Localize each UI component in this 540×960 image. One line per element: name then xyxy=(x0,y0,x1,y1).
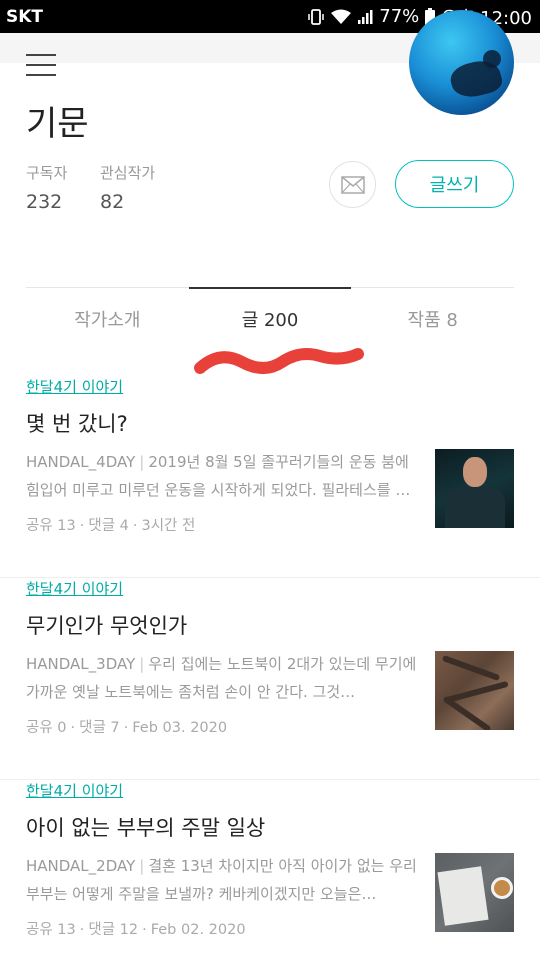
carrier-label: SKT xyxy=(6,6,44,27)
post-title[interactable]: 무기인가 무엇인가 xyxy=(26,610,187,640)
tab-works[interactable]: 작품 8 xyxy=(351,288,514,349)
tab-author-intro[interactable]: 작가소개 xyxy=(26,288,189,349)
post-shares: 공유 0 xyxy=(26,720,67,736)
post-thumbnail[interactable] xyxy=(435,853,514,932)
post-item[interactable]: 한달4기 이야기 무기인가 무엇인가 HANDAL_3DAY | 우리 집에는 노트… xyxy=(0,578,540,780)
post-shares: 공유 13 xyxy=(26,518,76,534)
post-comments: 댓글 12 xyxy=(88,922,139,938)
post-shares: 공유 13 xyxy=(26,922,76,938)
separator: | xyxy=(139,857,145,875)
mail-button[interactable] xyxy=(329,161,376,208)
author-name: 기문 xyxy=(26,104,89,144)
following-stat[interactable]: 관심작가 82 xyxy=(100,162,155,213)
post-comments: 댓글 7 xyxy=(79,720,120,736)
post-magazine-tag[interactable]: 한달4기 이야기 xyxy=(26,780,123,801)
menu-line xyxy=(26,64,56,66)
menu-line xyxy=(26,54,56,56)
post-magazine-tag[interactable]: 한달4기 이야기 xyxy=(26,376,123,397)
thumb-person-head xyxy=(463,457,487,487)
post-date: 3시간 전 xyxy=(141,518,196,534)
post-meta: 공유 13 · 댓글 4 · 3시간 전 xyxy=(26,518,196,534)
thumb-coffee-cup xyxy=(491,877,513,899)
post-title[interactable]: 몇 번 갔니? xyxy=(26,408,128,438)
separator: | xyxy=(139,655,145,673)
post-date: Feb 02. 2020 xyxy=(150,922,246,938)
mail-icon xyxy=(340,175,365,194)
following-count: 82 xyxy=(100,191,125,213)
post-meta: 공유 0 · 댓글 7 · Feb 03. 2020 xyxy=(26,720,228,736)
post-author: HANDAL_4DAY xyxy=(26,453,136,471)
post-item[interactable]: 한달4기 이야기 아이 없는 부부의 주말 일상 HANDAL_2DAY | 결혼 … xyxy=(0,780,540,960)
post-date: Feb 03. 2020 xyxy=(132,720,228,736)
thumb-tool xyxy=(441,654,501,682)
separator: | xyxy=(139,453,145,471)
write-button[interactable]: 글쓰기 xyxy=(395,160,514,208)
menu-line xyxy=(26,74,56,76)
thumb-person-body xyxy=(445,487,505,528)
post-excerpt[interactable]: HANDAL_3DAY | 우리 집에는 노트북이 2대가 있는데 무기에 가까운 … xyxy=(26,650,418,706)
following-label: 관심작가 xyxy=(100,164,156,182)
vibrate-icon xyxy=(307,8,325,26)
post-excerpt[interactable]: HANDAL_4DAY | 2019년 8월 5일 졸꾸러기들의 운동 붐에 힘입어… xyxy=(26,448,418,504)
wifi-icon xyxy=(331,9,352,25)
post-excerpt[interactable]: HANDAL_2DAY | 결혼 13년 차이지만 아직 아이가 없는 우리 부부는… xyxy=(26,852,418,908)
subscribers-label: 구독자 xyxy=(26,164,68,182)
profile-avatar[interactable] xyxy=(409,10,514,115)
post-magazine-tag[interactable]: 한달4기 이야기 xyxy=(26,578,123,599)
post-item[interactable]: 한달4기 이야기 몇 번 갔니? HANDAL_4DAY | 2019년 8월 5일… xyxy=(0,376,540,578)
subscribers-stat[interactable]: 구독자 232 xyxy=(26,162,67,213)
avatar-diver-head xyxy=(483,50,501,68)
post-thumbnail[interactable] xyxy=(435,449,514,528)
thumb-notebook xyxy=(437,866,489,926)
post-author: HANDAL_3DAY xyxy=(26,655,136,673)
post-meta: 공유 13 · 댓글 12 · Feb 02. 2020 xyxy=(26,922,246,938)
menu-icon[interactable] xyxy=(26,54,56,76)
thumb-tool xyxy=(445,680,509,704)
post-author: HANDAL_2DAY xyxy=(26,857,136,875)
subscribers-count: 232 xyxy=(26,191,63,213)
post-comments: 댓글 4 xyxy=(88,518,129,534)
post-title[interactable]: 아이 없는 부부의 주말 일상 xyxy=(26,812,265,842)
battery-percent: 77% xyxy=(379,6,420,27)
thumb-tool xyxy=(442,695,492,730)
signal-icon xyxy=(357,9,373,25)
post-thumbnail[interactable] xyxy=(435,651,514,730)
